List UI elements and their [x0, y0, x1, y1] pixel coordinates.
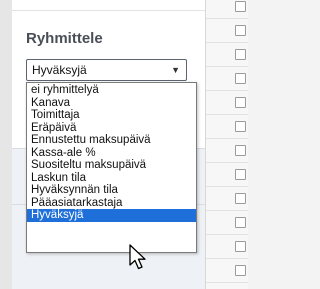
row-checkbox[interactable] — [235, 169, 246, 180]
table-row — [206, 163, 248, 187]
table-row — [206, 259, 248, 283]
grouping-heading: Ryhmittele — [26, 30, 103, 47]
dropdown-option[interactable]: Eräpäivä — [27, 122, 196, 135]
row-checkbox[interactable] — [235, 49, 246, 60]
dropdown-option[interactable]: Ennustettu maksupäivä — [27, 134, 196, 147]
row-checkbox[interactable] — [235, 145, 246, 156]
row-checkbox[interactable] — [235, 241, 246, 252]
dropdown-option[interactable]: Toimittaja — [27, 109, 196, 122]
table-row — [206, 43, 248, 67]
dropdown-option[interactable]: Hyväksynnän tila — [27, 184, 196, 197]
dropdown-option[interactable]: Kassa-ale % — [27, 147, 196, 160]
table-row — [206, 115, 248, 139]
table-row — [206, 19, 248, 43]
chevron-down-icon[interactable]: ▼ — [171, 60, 180, 80]
table-row — [206, 187, 248, 211]
dropdown-option[interactable]: ei ryhmittelyä — [27, 84, 196, 97]
row-checkbox-column — [206, 0, 248, 289]
grouping-dropdown-list: ei ryhmittelyä Kanava Toimittaja Eräpäiv… — [26, 82, 197, 253]
mouse-pointer-icon — [129, 244, 146, 270]
table-row — [206, 139, 248, 163]
left-gutter — [0, 0, 12, 289]
row-checkbox[interactable] — [235, 217, 246, 228]
table-row — [206, 67, 248, 91]
row-checkbox[interactable] — [235, 121, 246, 132]
table-row — [206, 235, 248, 259]
dropdown-option[interactable]: Suositeltu maksupäivä — [27, 159, 196, 172]
row-checkbox[interactable] — [235, 1, 246, 12]
table-row — [206, 0, 248, 19]
grouping-select-value: Hyväksyjä — [32, 63, 87, 77]
dropdown-option[interactable]: Kanava — [27, 97, 196, 110]
dropdown-option[interactable]: Laskun tila — [27, 172, 196, 185]
row-checkbox[interactable] — [235, 97, 246, 108]
row-checkbox[interactable] — [235, 73, 246, 84]
dropdown-option-highlighted[interactable]: Hyväksyjä — [27, 209, 196, 222]
row-checkbox[interactable] — [235, 25, 246, 36]
table-row — [206, 211, 248, 235]
grouping-panel: Ryhmittele Hyväksyjä ▼ ei ryhmittelyä Ka… — [12, 0, 206, 289]
row-checkbox[interactable] — [235, 193, 246, 204]
grouping-select[interactable]: Hyväksyjä ▼ — [26, 59, 187, 81]
row-checkbox[interactable] — [235, 265, 246, 276]
dropdown-option[interactable]: Pääasiatarkastaja — [27, 197, 196, 210]
divider — [12, 10, 205, 11]
table-row — [206, 91, 248, 115]
